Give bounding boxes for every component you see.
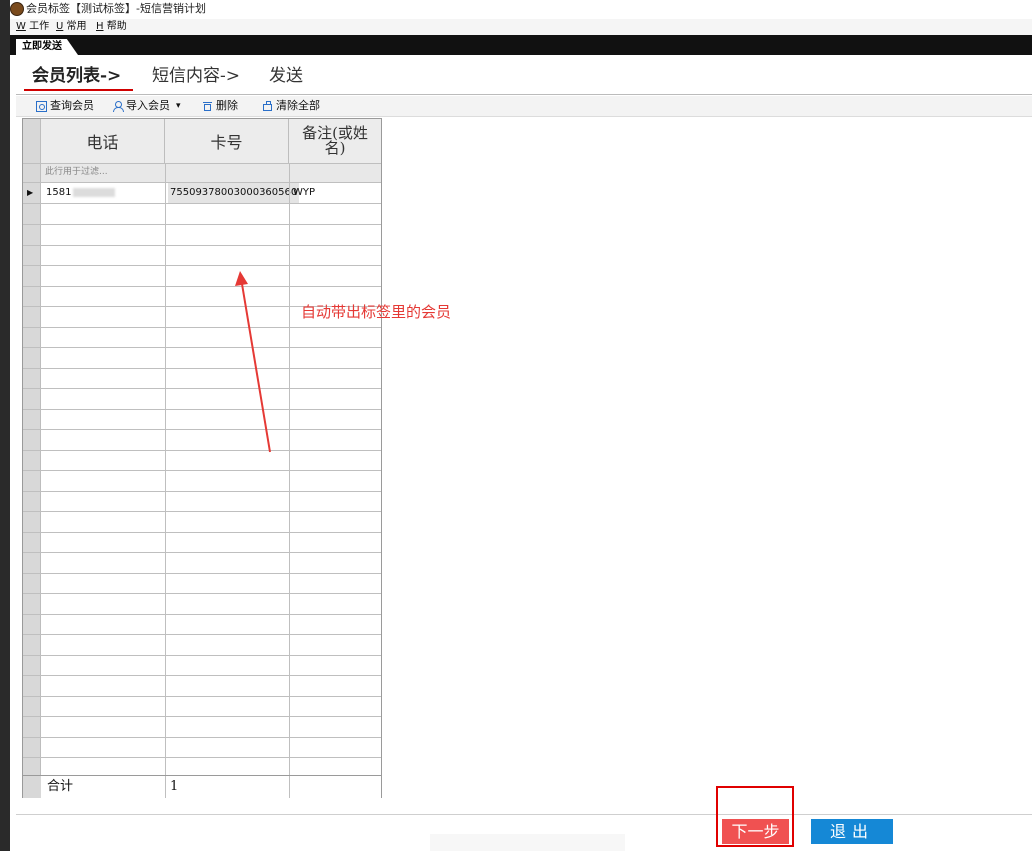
document-tab-strip: 立即发送	[10, 35, 1032, 55]
menu-help-label: 帮助	[106, 21, 127, 32]
trash-icon	[202, 101, 213, 112]
highlight-box	[716, 786, 794, 847]
row-divider	[23, 470, 381, 471]
row-divider	[23, 450, 381, 451]
menu-help[interactable]: H 帮助	[96, 19, 127, 35]
row-divider	[23, 429, 381, 430]
row-divider	[23, 491, 381, 492]
row-divider	[23, 655, 381, 656]
footer-total-label: 合计	[47, 779, 74, 794]
filter-row[interactable]: 此行用于过滤...	[41, 163, 381, 182]
row-divider	[23, 675, 381, 676]
step-divider	[16, 94, 1032, 95]
row-divider	[23, 409, 381, 410]
column-header-phone[interactable]: 电话	[41, 119, 165, 163]
row-divider	[23, 614, 381, 615]
table-row[interactable]: ▶ 1581 75509378003000360560 WYP	[27, 182, 381, 203]
window-title: 会员标签【测试标签】-短信营销计划	[26, 2, 206, 15]
footer-row-header	[23, 776, 41, 798]
clear-all-label: 清除全部	[276, 99, 320, 112]
delete-button[interactable]: 删除	[202, 96, 238, 116]
row-divider	[23, 593, 381, 594]
tab-send-now[interactable]: 立即发送	[16, 39, 78, 55]
corner-cell	[23, 119, 41, 163]
footer-divider	[289, 776, 290, 798]
cell-phone[interactable]: 1581	[46, 182, 71, 203]
row-divider	[23, 224, 381, 225]
menu-common[interactable]: U 常用	[56, 19, 87, 35]
step-send[interactable]: 发送	[269, 65, 303, 87]
row-divider	[23, 511, 381, 512]
annotation-arrow	[235, 271, 271, 453]
row-divider	[23, 286, 381, 287]
footer-total-count: 1	[170, 779, 179, 794]
row-divider	[23, 737, 381, 738]
user-import-icon	[112, 100, 124, 112]
row-divider	[23, 757, 381, 758]
column-header-card[interactable]: 卡号	[165, 119, 289, 163]
row-divider	[23, 203, 381, 204]
app-icon	[10, 2, 24, 16]
import-member-label: 导入会员	[126, 99, 170, 112]
menu-work[interactable]: W 工作	[16, 19, 49, 35]
row-divider	[23, 347, 381, 348]
menu-work-label: 工作	[29, 21, 50, 32]
chevron-down-icon[interactable]: ▾	[176, 96, 181, 116]
row-divider	[23, 388, 381, 389]
menu-common-label: 常用	[66, 21, 87, 32]
menu-bar: W 工作 U 常用 H 帮助	[10, 19, 1032, 35]
row-divider	[23, 368, 381, 369]
masked-phone-digits	[73, 188, 115, 197]
clear-all-button[interactable]: 清除全部	[262, 96, 320, 116]
row-divider	[23, 634, 381, 635]
row-divider	[23, 532, 381, 533]
column-divider	[289, 163, 290, 797]
menu-work-key: W	[16, 21, 26, 32]
query-member-label: 查询会员	[50, 99, 94, 112]
annotation-text: 自动带出标签里的会员	[301, 303, 452, 321]
grid-header: 电话 卡号 备注(或姓名)	[23, 119, 381, 163]
active-step-underline	[24, 89, 133, 91]
cell-note[interactable]: WYP	[293, 182, 315, 203]
menu-common-key: U	[56, 21, 64, 32]
menu-help-key: H	[96, 21, 104, 32]
step-member-list[interactable]: 会员列表->	[32, 65, 121, 87]
cell-card[interactable]: 75509378003000360560	[168, 182, 300, 203]
left-window-edge	[0, 0, 10, 851]
row-divider	[23, 327, 381, 328]
status-strip	[430, 834, 625, 851]
row-divider	[23, 163, 381, 164]
row-divider	[23, 573, 381, 574]
clear-all-icon	[262, 100, 273, 112]
column-divider	[165, 163, 166, 797]
row-divider	[23, 245, 381, 246]
filter-input[interactable]: 此行用于过滤...	[45, 163, 108, 182]
footer-divider	[165, 776, 166, 798]
toolbar: 查询会员 导入会员 ▾ 删除 清除全部	[16, 96, 1032, 117]
row-divider	[23, 696, 381, 697]
row-divider	[23, 552, 381, 553]
query-member-button[interactable]: 查询会员	[36, 96, 94, 116]
row-pointer-icon: ▶	[27, 188, 34, 197]
row-divider	[23, 716, 381, 717]
member-grid: 电话 卡号 备注(或姓名) 此行用于过滤... ▶ 1581 755093780…	[22, 118, 382, 798]
grid-footer: 合计 1	[23, 775, 381, 798]
search-icon	[36, 100, 47, 112]
row-divider	[23, 265, 381, 266]
delete-label: 删除	[216, 99, 238, 112]
import-member-button[interactable]: 导入会员 ▾	[112, 96, 181, 116]
row-divider	[23, 182, 381, 183]
exit-button[interactable]: 退出	[811, 819, 893, 844]
step-sms-content[interactable]: 短信内容->	[152, 65, 240, 87]
column-header-note[interactable]: 备注(或姓名)	[289, 119, 381, 163]
bottom-divider	[16, 814, 1032, 815]
